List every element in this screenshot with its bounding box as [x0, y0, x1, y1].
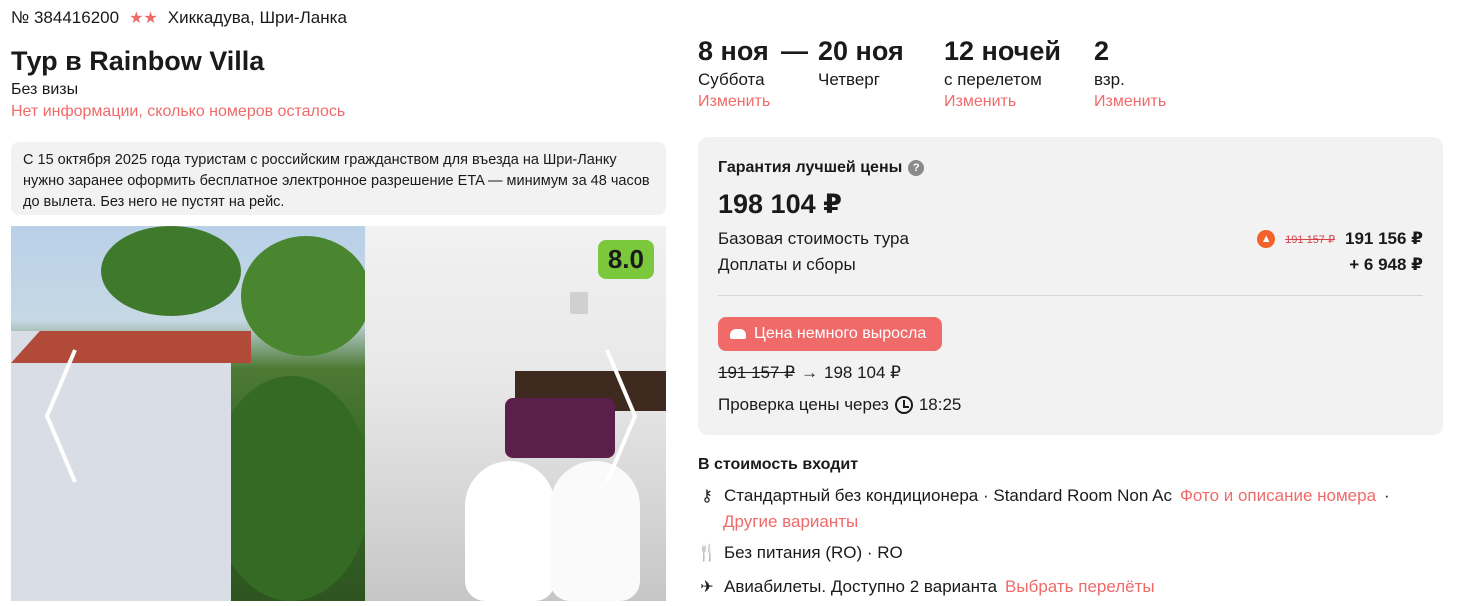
room-photos-link[interactable]: Фото и описание номера — [1180, 486, 1376, 506]
price-check-timer: Проверка цены через 18:25 — [718, 395, 962, 414]
adults-count: 2 взр. Изменить — [1094, 36, 1167, 111]
chevron-right-icon — [605, 349, 638, 483]
change-tourists-link[interactable]: Изменить — [1094, 93, 1166, 111]
includes-title: В стоимость входит — [698, 456, 859, 473]
price-change: 191 157 ₽ → 198 104 ₽ — [718, 363, 901, 382]
nights-count: 12 ночей с перелетом Изменить — [944, 36, 1061, 111]
price-panel: Гарантия лучшей цены ? 198 104 ₽ Базовая… — [698, 137, 1443, 435]
question-icon[interactable]: ? — [908, 160, 925, 176]
gallery-next-button[interactable] — [601, 346, 641, 486]
base-new-price: 191 156 ₽ — [1344, 229, 1423, 248]
tour-number: № 384416200 — [11, 8, 120, 27]
choose-flights-link[interactable]: Выбрать перелёты — [1005, 577, 1155, 597]
best-price-guarantee: Гарантия лучшей цены ? — [718, 159, 925, 177]
base-price-row: Базовая стоимость тура ▲ 191 157 ₽ 191 1… — [718, 229, 1423, 248]
photo-gallery[interactable]: 8.0 — [11, 226, 666, 601]
star-icon: ★★ — [129, 10, 158, 27]
tour-location: Хиккадува, Шри-Ланка — [167, 8, 347, 27]
fees-value: + 6 948 ₽ — [1349, 255, 1423, 274]
eta-notice: С 15 октября 2025 года туристам с россий… — [11, 142, 666, 215]
change-nights-link[interactable]: Изменить — [944, 93, 1061, 111]
room-info: ⚷ Стандартный без кондиционера · Standar… — [698, 486, 1390, 506]
other-variants-row: Другие варианты — [723, 512, 858, 532]
change-dates-link[interactable]: Изменить — [698, 93, 770, 111]
rating-badge: 8.0 — [597, 240, 654, 279]
visa-info: Без визы — [11, 81, 79, 98]
key-icon: ⚷ — [701, 488, 713, 505]
plane-icon: ✈ — [700, 579, 714, 596]
fire-icon: ▲ — [1257, 230, 1276, 248]
flights-info: ✈ Авиабилеты. Доступно 2 варианта Выбрат… — [698, 577, 1155, 597]
date-separator: — — [781, 36, 808, 66]
tour-meta: № 384416200 ★★ Хиккадува, Шри-Ланка — [11, 8, 347, 28]
clock-icon — [894, 396, 913, 414]
fork-knife-icon: 🍴 — [697, 545, 717, 562]
gallery-prev-button[interactable] — [41, 346, 81, 486]
other-variants-link[interactable]: Другие варианты — [723, 512, 858, 532]
divider — [718, 295, 1423, 296]
cloud-icon — [730, 329, 746, 339]
base-old-price: 191 157 ₽ — [1285, 233, 1335, 246]
meal-info: 🍴 Без питания (RO) · RO — [697, 543, 903, 562]
page-title: Тур в Rainbow Villa — [11, 46, 265, 76]
total-price: 198 104 ₽ — [718, 189, 842, 219]
fees-row: Доплаты и сборы + 6 948 ₽ — [718, 255, 1423, 274]
chevron-left-icon — [44, 349, 77, 483]
rooms-availability: Нет информации, сколько номеров осталось — [11, 103, 346, 120]
date-to: 20 ноя Четверг — [818, 36, 904, 89]
date-from: 8 ноя Суббота Изменить — [698, 36, 771, 111]
price-increase-badge: Цена немного выросла — [718, 317, 943, 351]
